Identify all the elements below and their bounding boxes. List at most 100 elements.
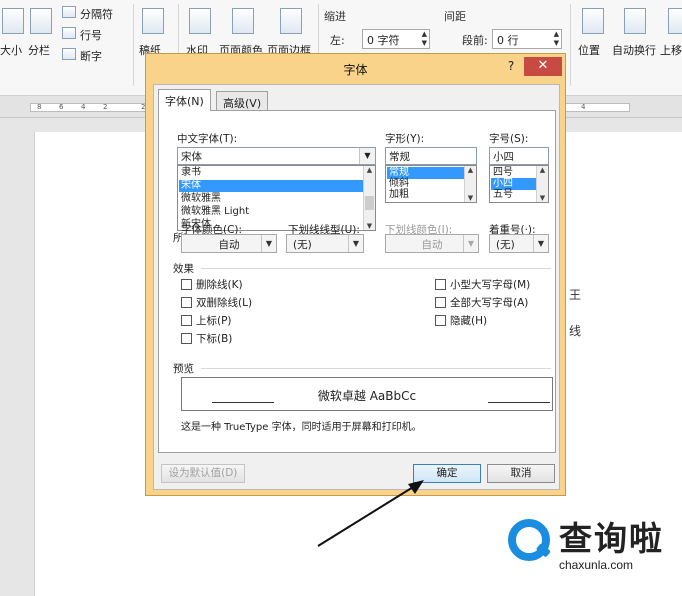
list-item[interactable]: 加粗 [387, 189, 464, 201]
size-button[interactable]: 大小 [0, 42, 22, 58]
scroll-down-icon[interactable]: ▼ [465, 194, 476, 202]
line-numbers-icon [62, 27, 76, 39]
checkbox-icon[interactable] [435, 315, 446, 326]
all-caps-checkbox[interactable]: 全部大写字母(A) [435, 295, 528, 309]
indent-left-spinner[interactable]: 0 字符 ▲ ▼ [362, 29, 430, 49]
spacing-before-label: 段前: [462, 34, 488, 47]
chevron-down-icon[interactable]: ▼ [359, 148, 375, 164]
scrollbar[interactable]: ▲ ▼ [464, 166, 476, 202]
emphasis-mark-select[interactable]: (无) ▼ [489, 234, 549, 253]
columns-button[interactable]: 分栏 [28, 42, 50, 58]
spacing-group-label: 间距 [444, 10, 466, 23]
font-color-value: 自动 [218, 239, 240, 251]
effects-group-label: 效果 [173, 263, 194, 275]
chevron-down-icon: ▼ [463, 235, 478, 252]
line-numbers-button[interactable]: 行号 [80, 27, 102, 43]
hyphenation-icon [62, 48, 76, 60]
watermark-title: 查询啦 [559, 519, 664, 558]
list-item[interactable]: 微软雅黑 Light [179, 206, 363, 218]
spacing-before-spinner[interactable]: 0 行 ▲ ▼ [492, 29, 562, 49]
preview-divider [201, 368, 551, 369]
chevron-down-icon[interactable]: ▼ [533, 235, 548, 252]
subscript-checkbox[interactable]: 下标(B) [181, 331, 232, 345]
checkbox-icon[interactable] [181, 297, 192, 308]
hyphenation-button[interactable]: 断字 [80, 48, 102, 64]
scroll-down-icon[interactable]: ▼ [537, 194, 548, 202]
chevron-down-icon[interactable]: ▼ [348, 235, 363, 252]
dialog-titlebar[interactable]: 字体 ? ✕ [146, 54, 565, 82]
checkbox-icon[interactable] [435, 279, 446, 290]
ok-button[interactable]: 确定 [413, 464, 481, 483]
list-item[interactable]: 微软雅黑 [179, 193, 363, 205]
tab-advanced[interactable]: 高级(V) [216, 91, 269, 111]
checkbox-icon[interactable] [181, 333, 192, 344]
checkbox-label: 上标(P) [196, 315, 232, 327]
font-color-select[interactable]: 自动 ▼ [181, 234, 277, 253]
wrap-text-icon[interactable] [624, 8, 646, 34]
double-strikethrough-checkbox[interactable]: 双删除线(L) [181, 295, 252, 309]
bring-forward-button[interactable]: 上移 [660, 42, 682, 58]
ruler-tick: 8 [37, 103, 42, 111]
list-item[interactable]: 隶书 [179, 167, 363, 179]
scroll-up-icon[interactable]: ▲ [364, 166, 375, 174]
chaxunla-logo-icon [508, 519, 551, 561]
spinner-arrows-icon[interactable]: ▲ ▼ [554, 30, 559, 48]
list-item-selected[interactable]: 宋体 [179, 180, 363, 192]
chinese-font-input[interactable]: 宋体 ▼ [177, 147, 376, 165]
close-button[interactable]: ✕ [524, 57, 562, 76]
hidden-checkbox[interactable]: 隐藏(H) [435, 313, 487, 327]
effects-divider [201, 268, 551, 269]
scroll-down-icon[interactable]: ▼ [364, 222, 375, 230]
font-style-list[interactable]: 常规 倾斜 加粗 ▲ ▼ [385, 165, 477, 203]
spinner-arrows-icon[interactable]: ▲ ▼ [422, 30, 427, 48]
font-size-label: 字号(S): [489, 133, 529, 145]
preview-note: 这是一种 TrueType 字体，同时适用于屏幕和打印机。 [181, 422, 422, 433]
small-caps-checkbox[interactable]: 小型大写字母(M) [435, 277, 530, 291]
watermark: 查询啦 chaxunla.com [505, 512, 677, 592]
breaks-button[interactable]: 分隔符 [80, 6, 113, 22]
font-size-list[interactable]: 四号 小四 五号 ▲ ▼ [489, 165, 549, 203]
close-icon: ✕ [537, 58, 549, 73]
chinese-font-value: 宋体 [181, 151, 202, 163]
ruler-tick: 6 [59, 103, 64, 111]
help-button[interactable]: ? [501, 59, 521, 77]
font-tab-panel: 中文字体(T): 宋体 ▼ 隶书 宋体 微软雅黑 微软雅黑 Light 新宋体 … [158, 110, 556, 453]
list-item[interactable]: 五号 [491, 189, 536, 201]
cancel-button[interactable]: 取消 [487, 464, 555, 483]
checkbox-icon[interactable] [181, 315, 192, 326]
scrollbar[interactable]: ▲ ▼ [363, 166, 375, 230]
size-icon[interactable] [2, 8, 24, 34]
wrap-text-button[interactable]: 自动换行 [612, 42, 656, 58]
manuscript-icon[interactable] [142, 8, 164, 34]
checkbox-label: 双删除线(L) [196, 297, 253, 309]
scrollbar-thumb[interactable] [365, 196, 374, 210]
emphasis-mark-value: (无) [496, 239, 515, 251]
position-icon[interactable] [582, 8, 604, 34]
checkbox-label: 下标(B) [196, 333, 233, 345]
scrollbar[interactable]: ▲ ▼ [536, 166, 548, 202]
checkbox-label: 小型大写字母(M) [450, 279, 531, 291]
font-style-input[interactable]: 常规 [385, 147, 477, 165]
underline-style-select[interactable]: (无) ▼ [286, 234, 364, 253]
indent-group-label: 缩进 [324, 10, 346, 23]
superscript-checkbox[interactable]: 上标(P) [181, 313, 232, 327]
ruler-tick: 2 [103, 103, 108, 111]
page-color-icon[interactable] [232, 8, 254, 34]
set-default-button[interactable]: 设为默认值(D) [161, 464, 245, 483]
breaks-icon [62, 6, 76, 18]
watermark-icon[interactable] [189, 8, 211, 34]
underline-color-select: 自动 ▼ [385, 234, 479, 253]
scroll-up-icon[interactable]: ▲ [465, 166, 476, 174]
font-size-input[interactable]: 小四 [489, 147, 549, 165]
tab-font[interactable]: 字体(N) [158, 89, 211, 111]
checkbox-icon[interactable] [435, 297, 446, 308]
columns-icon[interactable] [30, 8, 52, 34]
chevron-down-icon[interactable]: ▼ [261, 235, 276, 252]
checkbox-icon[interactable] [181, 279, 192, 290]
position-button[interactable]: 位置 [578, 42, 600, 58]
scroll-up-icon[interactable]: ▲ [537, 166, 548, 174]
page-border-icon[interactable] [280, 8, 302, 34]
bring-forward-icon[interactable] [668, 8, 682, 34]
strikethrough-checkbox[interactable]: 删除线(K) [181, 277, 243, 291]
underline-style-value: (无) [293, 239, 312, 251]
